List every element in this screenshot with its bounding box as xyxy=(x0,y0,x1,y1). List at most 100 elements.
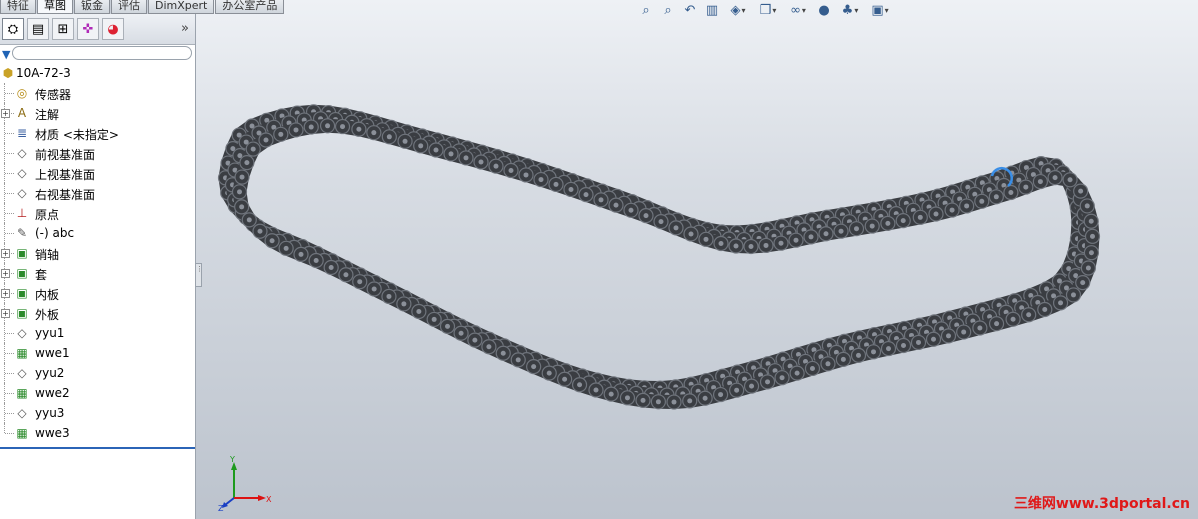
tree-node-label: 右视基准面 xyxy=(35,188,96,202)
previous-view-button[interactable]: ↶ xyxy=(680,1,700,19)
chain-pin xyxy=(979,198,985,204)
tree-node[interactable]: + ▣ 销轴 xyxy=(0,243,195,263)
chain-pin xyxy=(643,213,649,219)
panel-splitter-handle[interactable]: ⋮ xyxy=(195,263,203,287)
chain-pin xyxy=(718,392,724,398)
tree-node[interactable]: ▦ wwe1 xyxy=(0,343,195,363)
chain-pin xyxy=(703,236,709,242)
chain-pin xyxy=(493,163,499,169)
command-tab[interactable]: 评估 xyxy=(111,0,147,14)
edit-appearance-button[interactable]: ● xyxy=(814,1,834,19)
tree-node[interactable]: + ▣ 内板 xyxy=(0,283,195,303)
tree-node[interactable]: ◇ yyu1 xyxy=(0,323,195,343)
dimxpert-manager-tab[interactable]: ✜ xyxy=(77,18,99,40)
tree-node-label: yyu3 xyxy=(35,406,65,420)
plane-icon: ◇ xyxy=(17,406,27,420)
expand-toggle[interactable]: + xyxy=(1,269,10,278)
expand-toggle[interactable]: + xyxy=(1,109,10,118)
tree-node[interactable]: + ▣ 外板 xyxy=(0,303,195,323)
tree-node-label: 内板 xyxy=(35,288,60,302)
chain-pin xyxy=(269,238,275,244)
tree-node[interactable]: + A 注解 xyxy=(0,103,195,123)
display-manager-tab[interactable]: ◕ xyxy=(102,18,124,40)
command-manager-tabs: 特征 草图 钣金 评估 DimXpert 办公室产品 xyxy=(0,0,360,14)
tree-node[interactable]: ⊥ 原点 xyxy=(0,203,195,223)
chain-pin xyxy=(1052,175,1058,181)
expand-toggle[interactable]: + xyxy=(1,289,10,298)
command-tab[interactable]: DimXpert xyxy=(148,0,215,14)
feature-tree: ⬢ 10A-72-3 ◎ 传感器 + A 注解 ≣ 材质 <未指定> ◇ 前视基准面 ◇ 上视基准面 ◇ 右… xyxy=(0,63,195,443)
chain-pin xyxy=(1058,300,1064,306)
chain-pin xyxy=(628,207,634,213)
chevron-down-icon: ▾ xyxy=(854,5,859,15)
chain-pin xyxy=(293,127,299,133)
tree-node[interactable]: ⬢ 10A-72-3 xyxy=(0,63,195,83)
view-orientation-button[interactable]: ◈ ▾ xyxy=(724,1,752,19)
expand-panel-button[interactable]: » xyxy=(181,21,189,36)
hide-show-items-icon: ∞ xyxy=(790,2,801,18)
chain-pin xyxy=(687,398,693,404)
feature-manager-tab[interactable]: ⛭ xyxy=(2,18,24,40)
feature-manager-panel: ⛭ ▤ ⊞ ✜ ◕ » ▼ ⬢ 10A-72-3 ◎ 传感器 + A 注解 ≣ 材质 <未指定>… xyxy=(0,14,196,519)
chain-pin xyxy=(1078,188,1084,194)
property-manager-tab[interactable]: ▤ xyxy=(27,18,49,40)
chain-pin xyxy=(500,350,506,356)
tree-node[interactable]: ◇ 上视基准面 xyxy=(0,163,195,183)
edit-appearance-icon: ● xyxy=(818,2,830,18)
tree-node[interactable]: ≣ 材质 <未指定> xyxy=(0,123,195,143)
chain-pin xyxy=(658,219,664,225)
chain-pin xyxy=(402,138,408,144)
view-settings-button[interactable]: ▣ ▾ xyxy=(866,1,894,19)
tree-node[interactable]: + ▣ 套 xyxy=(0,263,195,283)
command-tab[interactable]: 特征 xyxy=(0,0,36,14)
plane-icon: ◇ xyxy=(17,326,27,340)
chain-pin xyxy=(1088,250,1094,256)
tree-node[interactable]: ▦ wwe2 xyxy=(0,383,195,403)
zoom-to-fit-icon: ⌕ xyxy=(642,2,650,18)
chain-pin xyxy=(371,130,377,136)
roller-chain-model[interactable] xyxy=(196,0,1198,519)
chain-pin xyxy=(1010,316,1016,322)
chain-pin xyxy=(608,391,614,397)
tree-node-label: 外板 xyxy=(35,308,60,322)
tree-node[interactable]: ◇ yyu2 xyxy=(0,363,195,383)
chain-pin xyxy=(448,151,454,157)
chain-pin xyxy=(869,223,875,229)
watermark: 三维网www.3dportal.cn xyxy=(1013,496,1190,512)
configuration-manager-tab[interactable]: ⊞ xyxy=(52,18,74,40)
section-view-button[interactable]: ▥ xyxy=(702,1,722,19)
command-tab[interactable]: 草图 xyxy=(37,0,73,14)
chain-pin xyxy=(977,325,983,331)
hide-show-items-button[interactable]: ∞ ▾ xyxy=(784,1,812,19)
tree-node[interactable]: ◇ yyu3 xyxy=(0,403,195,423)
chain-pin xyxy=(598,197,604,203)
apply-scene-button[interactable]: ♣ ▾ xyxy=(836,1,864,19)
expand-toggle[interactable]: + xyxy=(1,249,10,258)
command-tab[interactable]: 办公室产品 xyxy=(215,0,285,14)
tree-node-label: wwe2 xyxy=(35,386,70,400)
tree-guide-branch xyxy=(5,413,14,414)
tree-node[interactable]: ◇ 前视基准面 xyxy=(0,143,195,163)
zoom-to-area-button[interactable]: ⌕ xyxy=(658,1,678,19)
chain-pin xyxy=(1026,312,1032,318)
tree-node[interactable]: ◇ 右视基准面 xyxy=(0,183,195,203)
chain-pin xyxy=(808,234,814,240)
chain-pin xyxy=(949,207,955,213)
sketch-icon: ✎ xyxy=(16,226,28,240)
graphics-viewport[interactable]: ⌕ ⌕ ↶ ▥ ◈ ▾ ❒ ▾ ∞ ▾ ● ♣ ▾ ▣ ▾ Y X Z 三维网www.3dportal.cn xyxy=(196,0,1198,519)
tree-node[interactable]: ✎ (-) abc xyxy=(0,223,195,243)
command-tab[interactable]: 钣金 xyxy=(74,0,110,14)
zoom-to-fit-button[interactable]: ⌕ xyxy=(636,1,656,19)
chain-pin xyxy=(246,217,252,223)
filter-input[interactable] xyxy=(12,46,192,60)
chain-pin xyxy=(343,272,349,278)
expand-toggle[interactable]: + xyxy=(1,309,10,318)
tree-guide-branch xyxy=(5,173,14,174)
chain-pin xyxy=(250,146,256,152)
tree-node[interactable]: ◎ 传感器 xyxy=(0,83,195,103)
chain-pin xyxy=(1084,203,1090,209)
tree-node[interactable]: ▦ wwe3 xyxy=(0,423,195,443)
chain-pin xyxy=(1080,280,1086,286)
display-style-button[interactable]: ❒ ▾ xyxy=(754,1,782,19)
plane-icon: ◇ xyxy=(17,146,27,160)
